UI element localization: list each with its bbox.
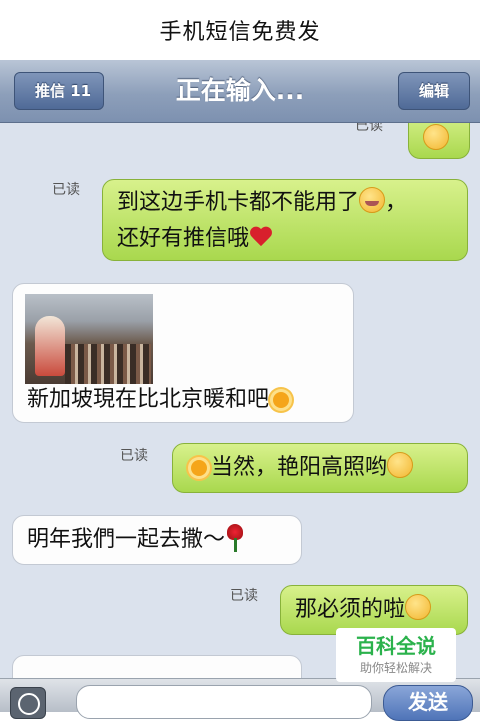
send-button[interactable]: 发送	[383, 685, 473, 721]
read-receipt: 已读	[120, 448, 148, 464]
message-bubble-sent: 到这边手机卡都不能用了 ， 还好有推信哦	[102, 179, 468, 261]
attached-photo[interactable]	[25, 294, 153, 384]
read-receipt: 已读	[230, 588, 258, 604]
message-text: 那必须的啦	[295, 597, 406, 622]
read-receipt: 已读	[355, 123, 383, 134]
message-bubble-sent	[408, 123, 470, 159]
rose-emoji-icon	[225, 524, 245, 552]
heart-emoji-icon	[249, 227, 273, 249]
input-bar: 发送	[0, 678, 480, 721]
message-bubble-received	[12, 655, 302, 678]
sun-emoji-icon	[191, 460, 207, 476]
message-input[interactable]	[76, 685, 372, 719]
message-text: ，	[385, 190, 408, 215]
photo-figure	[35, 316, 65, 376]
message-text: 当然，艳阳高照哟	[211, 455, 388, 480]
page-caption: 手机短信免费发	[0, 0, 480, 60]
back-button[interactable]: 推信 11	[14, 72, 105, 110]
smiley-icon[interactable]	[10, 687, 46, 719]
edit-button[interactable]: 编辑	[398, 72, 470, 110]
read-receipt: 已读	[52, 182, 80, 198]
sun-emoji-icon	[273, 392, 290, 408]
watermark-subtitle: 助你轻松解决	[359, 661, 432, 675]
message-text: 新加坡現在比北京暖和吧	[27, 387, 270, 412]
wink-face-emoji-icon	[387, 452, 414, 478]
message-bubble-received: 新加坡現在比北京暖和吧	[12, 283, 354, 423]
message-bubble-sent: 当然，艳阳高照哟	[172, 443, 468, 493]
nav-bar: 正在输入... 推信 11 编辑	[0, 60, 480, 123]
crying-face-emoji-icon	[359, 187, 386, 213]
kiss-face-emoji-icon	[405, 594, 432, 620]
message-list[interactable]: 已读 已读 到这边手机卡都不能用了 ， 还好有推信哦 新加坡現在比北京暖和吧 已读…	[0, 123, 480, 678]
watermark-logo: 百科全说 助你轻松解决	[336, 628, 456, 682]
message-bubble-received: 明年我們一起去撒～	[12, 515, 302, 565]
watermark-title: 百科全说	[356, 634, 436, 658]
cry-smile-emoji-icon	[423, 124, 449, 150]
message-text: 还好有推信哦	[117, 226, 250, 251]
message-text: 明年我們一起去撒～	[27, 527, 226, 552]
photo-crowd	[65, 344, 151, 384]
message-text: 到这边手机卡都不能用了	[117, 190, 360, 215]
